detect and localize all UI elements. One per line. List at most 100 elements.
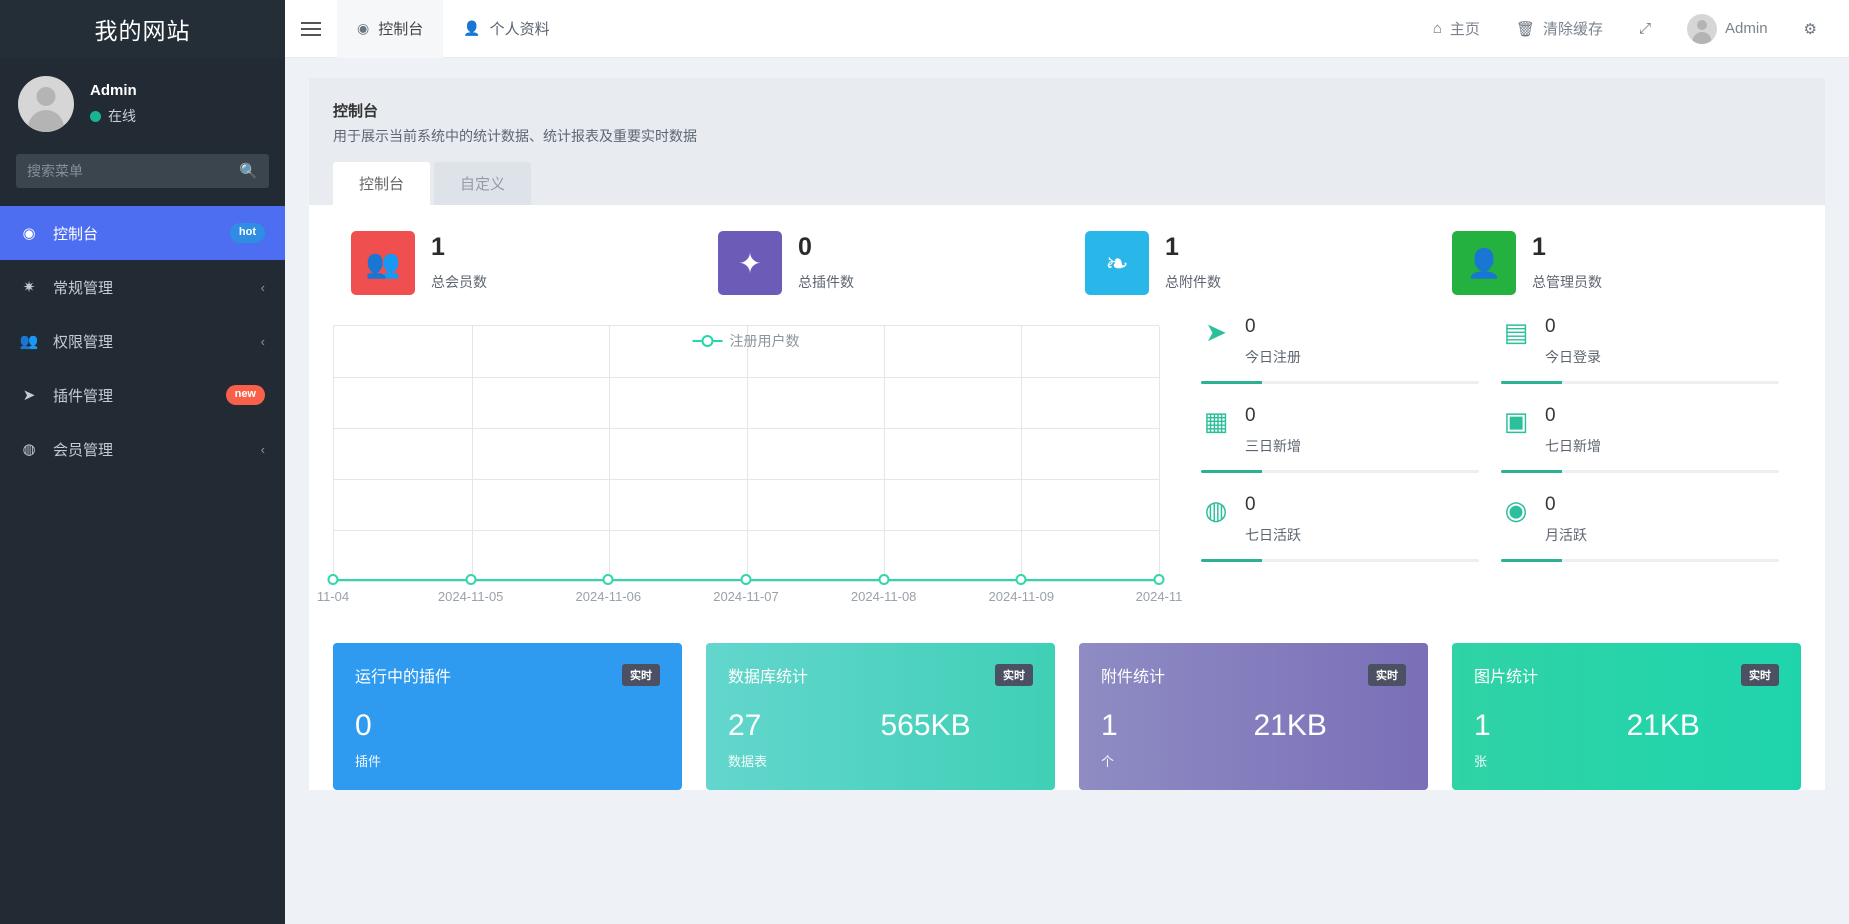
avatar — [1687, 14, 1717, 44]
magic-wand-icon: ✦ — [718, 231, 782, 295]
right-stat-label: 月活跃 — [1545, 525, 1779, 545]
registration-chart[interactable]: 注册用户数 11-042024-11-052024-11-062024-11-0… — [333, 317, 1179, 627]
status-dot-icon — [90, 111, 101, 122]
right-stat-value: 0 — [1545, 317, 1779, 338]
topbar-action-label: 清除缓存 — [1543, 18, 1603, 39]
stat-label: 总会员数 — [431, 272, 487, 292]
right-stat-label: 七日活跃 — [1245, 525, 1479, 545]
topbar-action-label: Admin — [1725, 20, 1768, 37]
bottom-card-value-0: 0 插件 — [355, 711, 660, 770]
chart-point[interactable] — [465, 574, 476, 585]
right-stat-progress — [1501, 470, 1779, 473]
sidebar-item-label: 控制台 — [53, 223, 217, 244]
chart-point[interactable] — [741, 574, 752, 585]
users-icon: 👥 — [18, 334, 40, 349]
user-circle-icon: ◍ — [18, 442, 40, 457]
settings-icon: ⚙ — [1804, 20, 1817, 38]
bottom-card-number: 21KB — [1627, 711, 1780, 741]
stat-value: 1 — [431, 234, 487, 262]
realtime-badge: 实时 — [1368, 664, 1406, 686]
user-circle-icon: ◍ — [1201, 495, 1231, 523]
stat-label: 总管理员数 — [1532, 272, 1602, 292]
page-tab-1[interactable]: 自定义 — [434, 162, 531, 205]
stat-card-3: 👤 1 总管理员数 — [1434, 231, 1801, 295]
user-circle-filled-icon: ◉ — [1501, 495, 1531, 523]
sidebar-item-1[interactable]: ✷ 常规管理 ‹ — [0, 260, 285, 314]
clear-cache-button[interactable]: 🗑 清除缓存 — [1498, 0, 1621, 58]
topbar-action-label: 主页 — [1450, 18, 1480, 39]
home-icon: ⌂ — [1433, 20, 1442, 37]
chart-grid — [333, 325, 1159, 581]
chart-gridline-v — [1021, 326, 1022, 581]
sidebar-search: 🔍 — [0, 148, 285, 202]
right-stat-5: ◉ 0 月活跃 — [1501, 495, 1801, 562]
chart-point[interactable] — [1016, 574, 1027, 585]
page-tab-0[interactable]: 控制台 — [333, 162, 430, 205]
chart-gridline-h — [334, 428, 1159, 429]
legend-label: 注册用户数 — [730, 331, 800, 351]
bottom-card-number: 1 — [1474, 711, 1627, 741]
chart-legend[interactable]: 注册用户数 — [693, 331, 800, 351]
right-stat-2: ▦ 0 三日新增 — [1201, 406, 1501, 473]
chart-x-tick: 2024-11-06 — [576, 589, 642, 604]
right-stat-label: 今日登录 — [1545, 347, 1779, 367]
search-icon[interactable]: 🔍 — [239, 164, 258, 179]
sidebar-item-3[interactable]: ➤ 插件管理 new — [0, 368, 285, 422]
user-status: 在线 — [90, 106, 137, 126]
user-icon: 👤 — [463, 20, 480, 37]
right-stat-value: 0 — [1245, 406, 1479, 427]
stat-value: 0 — [798, 234, 854, 262]
chart-point[interactable] — [328, 574, 339, 585]
topbar-tab-1[interactable]: 👤 个人资料 — [443, 0, 569, 58]
chart-gridline-v — [609, 326, 610, 581]
chart-gridline-h — [334, 377, 1159, 378]
bottom-card-title: 附件统计 — [1101, 663, 1165, 687]
right-stat-value: 0 — [1545, 495, 1779, 516]
right-stat-progress — [1201, 381, 1479, 384]
bottom-card-title: 图片统计 — [1474, 663, 1538, 687]
home-button[interactable]: ⌂ 主页 — [1415, 0, 1498, 58]
sidebar-item-4[interactable]: ◍ 会员管理 ‹ — [0, 422, 285, 476]
right-stat-progress — [1501, 381, 1779, 384]
rocket-icon: ➤ — [1201, 317, 1231, 345]
bottom-card-value-1: 565KB — [881, 711, 1034, 770]
chart-series-line — [333, 579, 1159, 581]
sidebar-item-label: 权限管理 — [53, 331, 248, 352]
bottom-card-label: 插件 — [355, 751, 660, 770]
calendar-icon: ▦ — [1201, 406, 1231, 434]
chart-point[interactable] — [878, 574, 889, 585]
hamburger-icon[interactable] — [285, 0, 337, 58]
fullscreen-button[interactable]: ⤢ — [1621, 0, 1669, 58]
chart-point[interactable] — [1154, 574, 1165, 585]
realtime-badge: 实时 — [1741, 664, 1779, 686]
chart-x-axis-labels: 11-042024-11-052024-11-062024-11-072024-… — [333, 589, 1159, 609]
cogs-icon: ✷ — [18, 280, 40, 295]
sidebar-item-label: 常规管理 — [53, 277, 248, 298]
bottom-card-0: 运行中的插件 实时 0 插件 — [333, 643, 682, 790]
bottom-card-3: 图片统计 实时 1 张 21KB — [1452, 643, 1801, 790]
bottom-card-number: 565KB — [881, 711, 1034, 741]
right-stat-value: 0 — [1245, 495, 1479, 516]
chart-gridline-v — [884, 326, 885, 581]
stat-value: 1 — [1165, 234, 1221, 262]
bottom-card-value-0: 27 数据表 — [728, 711, 881, 770]
right-stats-grid: ➤ 0 今日注册 ▤ 0 今日登录 ▦ 0 三日新增 ▣ 0 七日新增 — [1179, 317, 1801, 627]
search-input[interactable] — [27, 163, 239, 179]
user-menu[interactable]: Admin — [1669, 0, 1786, 58]
chart-gridline-v — [472, 326, 473, 581]
sidebar-item-0[interactable]: ◉ 控制台 hot — [0, 206, 285, 260]
page-title: 控制台 — [333, 100, 1801, 121]
chart-x-tick: 2024-11-07 — [713, 589, 779, 604]
chevron-left-icon: ‹ — [261, 334, 265, 349]
bottom-cards-row: 运行中的插件 实时 0 插件 数据库统计 实时 27 数据表 565KB — [333, 643, 1801, 790]
chart-gridline-h — [334, 530, 1159, 531]
chart-point[interactable] — [603, 574, 614, 585]
right-stat-4: ◍ 0 七日活跃 — [1201, 495, 1501, 562]
chart-gridline-v — [747, 326, 748, 581]
bottom-card-value-0: 1 个 — [1101, 711, 1254, 770]
topbar-tab-0[interactable]: ◉ 控制台 — [337, 0, 443, 58]
sidebar-item-2[interactable]: 👥 权限管理 ‹ — [0, 314, 285, 368]
stat-cards-row: 👥 1 总会员数 ✦ 0 总插件数 ❧ 1 总附件数 👤 1 总管理员数 — [333, 231, 1801, 295]
chart-x-tick: 2024-11 — [1136, 589, 1183, 604]
settings-button[interactable]: ⚙ — [1786, 0, 1835, 58]
